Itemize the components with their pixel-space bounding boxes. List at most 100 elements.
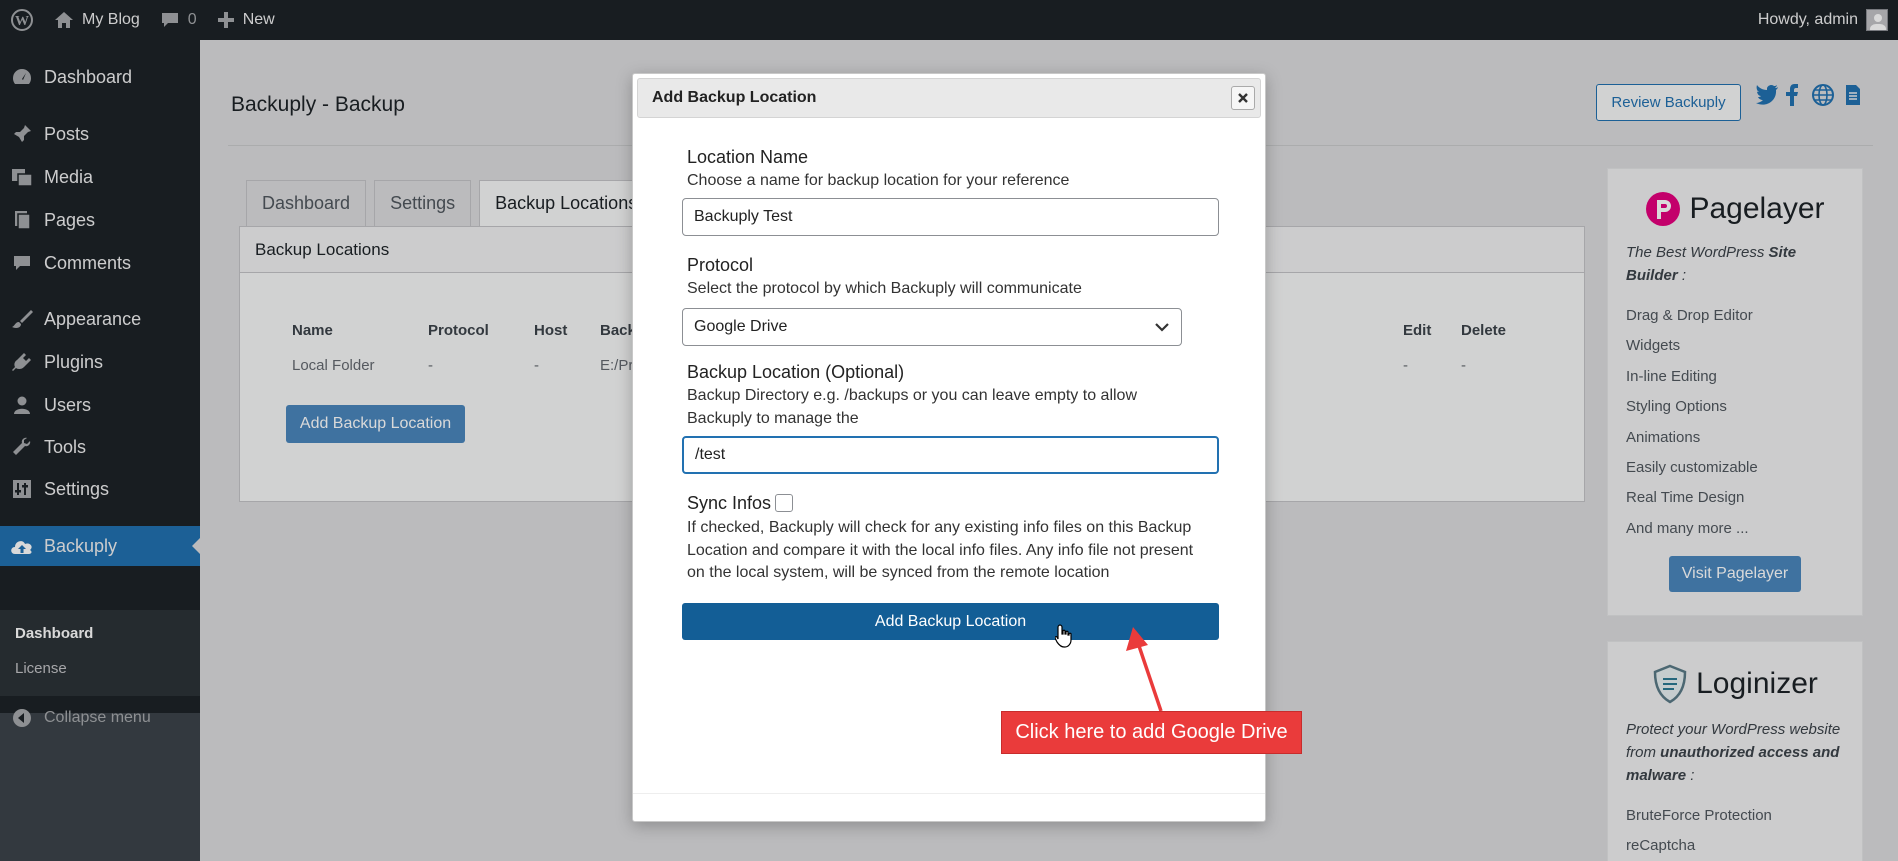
tab-settings[interactable]: Settings bbox=[374, 180, 472, 226]
list-item: reCaptcha bbox=[1626, 837, 1696, 855]
protocol-select[interactable]: Google Drive bbox=[682, 308, 1182, 346]
user-icon bbox=[14, 396, 30, 414]
sidebar-item-label: Settings bbox=[44, 478, 110, 499]
sidebar-item-appearance[interactable]: Appearance bbox=[0, 299, 200, 339]
column-header-delete: Delete bbox=[1461, 322, 1507, 339]
dialog-title: Add Backup Location bbox=[652, 89, 817, 106]
wordpress-logo-icon[interactable]: W bbox=[0, 0, 44, 40]
list-item: Styling Options bbox=[1626, 398, 1727, 416]
backup-location-value: /test bbox=[695, 446, 726, 463]
tab-dashboard[interactable]: Dashboard bbox=[246, 180, 367, 226]
comments-count: 0 bbox=[187, 11, 197, 28]
backup-location-description: Backup Directory e.g. /backups or you ca… bbox=[687, 387, 1137, 427]
sidebar-item-label: Tools bbox=[44, 436, 87, 457]
add-backup-location-dialog: Add Backup Location Location Name Choose… bbox=[632, 73, 1266, 822]
sidebar-item-users[interactable]: Users bbox=[0, 385, 200, 425]
document-icon[interactable] bbox=[1845, 84, 1861, 111]
pagelayer-brand: Pagelayer bbox=[1689, 192, 1825, 225]
brush-icon bbox=[12, 310, 33, 328]
loginizer-tagline: Protect your WordPress website from unau… bbox=[1626, 721, 1841, 784]
location-name-value: Backuply Test bbox=[694, 208, 793, 225]
list-item: BruteForce Protection bbox=[1626, 807, 1772, 824]
cloud-upload-icon bbox=[11, 541, 32, 554]
annotation-callout: Click here to add Google Drive bbox=[1001, 711, 1302, 754]
annotation-arrow bbox=[1126, 627, 1163, 712]
pagelayer-promo-card: Pagelayer The Best WordPress Site Builde… bbox=[1607, 168, 1863, 616]
sidebar-item-label: Appearance bbox=[44, 308, 142, 329]
sidebar-item-label: Pages bbox=[44, 209, 96, 230]
column-header-host: Host bbox=[534, 322, 568, 339]
globe-icon[interactable] bbox=[1812, 84, 1834, 111]
chevron-down-icon bbox=[1155, 323, 1169, 332]
location-name-input[interactable]: Backuply Test bbox=[682, 198, 1219, 236]
backup-location-label: Backup Location (Optional) bbox=[687, 362, 905, 382]
sidebar-item-settings[interactable]: Settings bbox=[0, 469, 200, 509]
plus-icon bbox=[217, 12, 234, 28]
my-account[interactable]: Howdy, admin bbox=[1758, 9, 1898, 31]
settings-icon bbox=[13, 480, 31, 498]
table-cell-protocol: - bbox=[428, 357, 433, 374]
comment-icon bbox=[14, 256, 30, 270]
home-icon bbox=[55, 12, 73, 28]
loginizer-brand: Loginizer bbox=[1696, 667, 1818, 700]
pagelayer-feature-list: Drag & Drop Editor Widgets In-line Editi… bbox=[1626, 301, 1844, 544]
list-item: Real Time Design bbox=[1626, 489, 1745, 507]
submenu-item-license[interactable]: License bbox=[15, 660, 67, 677]
wrench-icon bbox=[13, 437, 31, 455]
new-content-link[interactable]: New bbox=[207, 0, 285, 40]
protocol-selected-value: Google Drive bbox=[694, 318, 788, 335]
sidebar-item-posts[interactable]: Posts bbox=[0, 114, 200, 154]
sidebar-item-dashboard[interactable]: Dashboard bbox=[0, 57, 200, 97]
sidebar-item-tools[interactable]: Tools bbox=[0, 427, 200, 467]
backup-location-input[interactable]: /test bbox=[682, 436, 1219, 474]
plugin-icon bbox=[12, 353, 31, 371]
sync-infos-description: If checked, Backuply will check for any … bbox=[687, 519, 1194, 581]
protocol-label: Protocol bbox=[687, 255, 754, 275]
sidebar-item-label: Users bbox=[44, 394, 92, 415]
tab-backup-locations[interactable]: Backup Locations bbox=[479, 180, 654, 226]
review-backuply-button[interactable]: Review Backuply bbox=[1596, 84, 1741, 121]
twitter-icon[interactable] bbox=[1755, 84, 1779, 111]
pin-icon bbox=[14, 125, 31, 142]
sidebar-item-label: Dashboard bbox=[44, 66, 133, 87]
svg-text:W: W bbox=[15, 14, 29, 29]
sidebar-item-plugins[interactable]: Plugins bbox=[0, 342, 200, 382]
sidebar-item-pages[interactable]: Pages bbox=[0, 200, 200, 240]
collapse-icon bbox=[13, 709, 31, 727]
sidebar-item-label: Media bbox=[44, 166, 94, 187]
table-cell-name: Local Folder bbox=[292, 357, 375, 374]
site-name-link[interactable]: My Blog bbox=[44, 0, 150, 40]
add-backup-location-button[interactable]: Add Backup Location bbox=[286, 405, 465, 443]
loginizer-logo: Loginizer bbox=[1608, 664, 1862, 704]
sidebar-item-media[interactable]: Media bbox=[0, 157, 200, 197]
tab-bar: Dashboard Settings Backup Locations bbox=[246, 180, 654, 226]
dashboard-icon bbox=[12, 69, 32, 84]
sidebar-item-label: Backuply bbox=[44, 535, 118, 556]
sync-infos-checkbox[interactable] bbox=[775, 494, 793, 512]
sidebar-item-backuply[interactable]: Backuply bbox=[0, 526, 200, 566]
dialog-close-button[interactable] bbox=[1231, 86, 1255, 110]
greeting: Howdy, admin bbox=[1757, 11, 1858, 28]
visit-pagelayer-button[interactable]: Visit Pagelayer bbox=[1669, 556, 1801, 593]
pagelayer-tagline: The Best WordPress Site Builder : bbox=[1626, 244, 1797, 284]
table-cell-delete[interactable]: - bbox=[1461, 357, 1466, 374]
collapse-menu-button[interactable]: Collapse menu bbox=[0, 700, 200, 736]
pages-icon bbox=[15, 211, 31, 230]
comment-icon bbox=[161, 13, 178, 27]
sidebar-item-comments[interactable]: Comments bbox=[0, 243, 200, 283]
loginizer-feature-list: BruteForce Protection reCaptcha bbox=[1626, 801, 1844, 861]
hand-cursor-icon bbox=[1055, 624, 1072, 648]
avatar bbox=[1866, 9, 1888, 31]
site-name: My Blog bbox=[82, 11, 140, 28]
pagelayer-logo: Pagelayer bbox=[1608, 191, 1862, 227]
sidebar-item-label: Plugins bbox=[44, 351, 104, 372]
backuply-submenu: Dashboard License bbox=[0, 610, 200, 696]
table-cell-edit[interactable]: - bbox=[1403, 357, 1408, 374]
facebook-icon[interactable] bbox=[1785, 84, 1799, 111]
comments-link[interactable]: 0 bbox=[150, 0, 207, 40]
close-icon bbox=[1238, 93, 1248, 103]
sync-infos-label: Sync Infos bbox=[687, 493, 772, 513]
submenu-item-dashboard[interactable]: Dashboard bbox=[15, 625, 93, 642]
page-title: Backuply - Backup bbox=[231, 93, 405, 116]
column-header-protocol: Protocol bbox=[428, 322, 489, 339]
